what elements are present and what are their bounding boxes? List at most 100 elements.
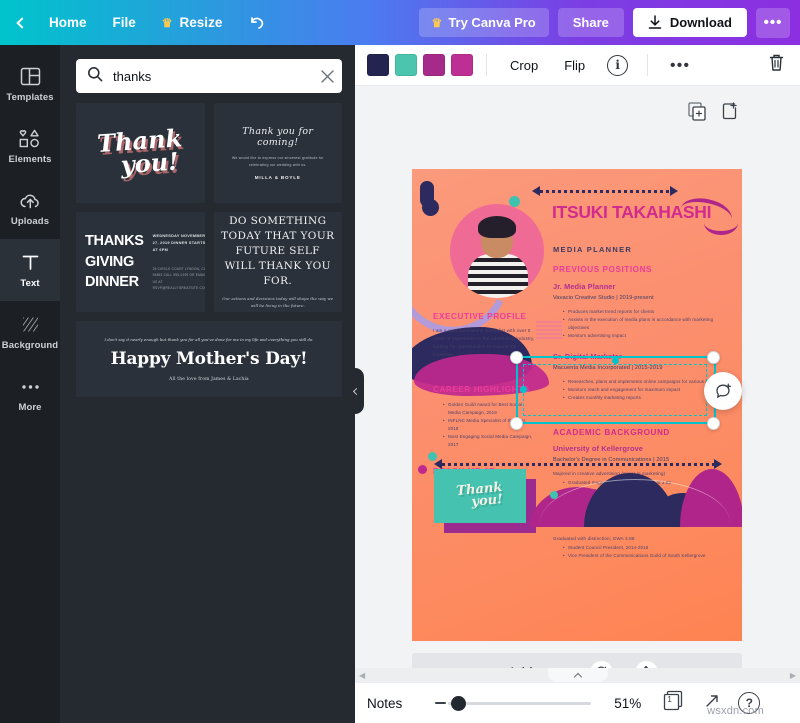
job-1-company[interactable]: Vavacio Creative Studio | 2019-present [553,295,654,301]
sidebar-item-label: Templates [6,91,54,103]
canva-editor-window: Home File ♛ Resize ♛ Try Canva Pro Share… [0,0,800,723]
sidebar-item-uploads[interactable]: Uploads [0,177,60,239]
minus-icon[interactable] [435,702,447,704]
sidebar-item-elements[interactable]: Elements [0,115,60,177]
thank-you-card-text: Thank you! [456,480,504,511]
results-row: Thank you! Thank you for coming! We woul… [76,103,342,203]
dotted-fill [540,189,670,193]
page-tools [688,102,740,126]
thank-you-card[interactable]: Thank you! [434,469,526,523]
swatch-pink[interactable] [451,54,473,76]
sidebar-item-text[interactable]: Text [0,239,60,301]
sidebar-item-more[interactable]: More [0,363,60,425]
zoom-track[interactable] [448,695,592,711]
ellipsis-icon [20,376,41,398]
pages-icon[interactable]: 1 [663,690,684,716]
try-canva-pro-button[interactable]: ♛ Try Canva Pro [418,8,549,37]
resume-role[interactable]: MEDIA PLANNER [553,245,632,254]
search-input[interactable] [103,68,312,84]
zoom-percentage[interactable]: 51% [614,696,641,711]
comment-add-icon [715,383,731,398]
job-1-bullets[interactable]: Produces market trend reports for client… [556,308,734,340]
resize-handle-top-right[interactable] [707,351,720,364]
chevron-left-icon [16,16,28,29]
search-box[interactable] [76,59,342,93]
add-page-icon[interactable] [721,102,740,126]
text-template-thank-you-script[interactable]: Thank you! [76,103,205,203]
school-1-name[interactable]: University of Kellergrove [553,444,643,453]
add-comment-button[interactable] [704,372,742,410]
editor-area: Crop Flip i ••• ITSUKI TAKAHASHI MEDIA P… [355,45,800,723]
sidebar-item-templates[interactable]: Templates [0,53,60,115]
wedding-names: MILLA & BOYLE [254,175,301,181]
toolbar-divider [647,54,649,76]
school-2-note[interactable]: Graduated with distinction; GWA 3.88 [553,535,733,543]
resize-button[interactable]: ♛ Resize [149,8,236,37]
sidebar-item-background[interactable]: Background [0,301,60,363]
canvas-area[interactable]: ITSUKI TAKAHASHI MEDIA PLANNER PREVIOUS … [355,86,800,691]
text-template-future-self-quote[interactable]: DO SOMETHING TODAY THAT YOUR FUTURE SELF… [213,212,343,312]
text-template-happy-mothers-day[interactable]: I don't say it nearly enough but thank y… [76,321,342,397]
file-menu-button[interactable]: File [100,8,149,37]
text-templates-panel: Thank you! Thank you for coming! We woul… [60,45,355,723]
triangle-left-icon [532,186,540,196]
flip-button[interactable]: Flip [554,52,595,79]
list-item: Most Engaging Social Media Campaign, 201… [443,433,536,449]
selection-guide-left [516,356,518,424]
thanksgiving-details: WEDNESDAY NOVEMBER 27, 2019 DINNER START… [153,233,205,290]
resize-handle-bottom-right[interactable] [707,417,720,430]
triangle-left-icon[interactable]: ◀ [359,671,365,680]
toolbar-more-button[interactable]: ••• [661,53,699,78]
mothers-day-top: I don't say it nearly enough but thank y… [104,336,314,342]
resize-label: Resize [179,15,223,30]
top-more-button[interactable]: ••• [756,7,790,38]
collapse-panel-handle[interactable] [347,368,364,414]
selection-mid-handle-top[interactable] [612,357,619,364]
template-preview-text: DO SOMETHING TODAY THAT YOUR FUTURE SELF… [214,214,343,310]
section-academic-background[interactable]: ACADEMIC BACKGROUND [553,428,670,437]
notes-button[interactable]: Notes [367,696,402,711]
mothers-day-signoff: All the love from James & Lachia [169,377,249,383]
zoom-slider[interactable] [435,695,592,711]
text-template-thanksgiving-dinner[interactable]: THANKS GIVING DINNER WEDNESDAY NOVEMBER … [76,212,205,312]
info-circle-icon[interactable]: i [607,54,629,76]
swatch-navy[interactable] [367,54,389,76]
text-template-thank-you-for-coming[interactable]: Thank you for coming! We would like to e… [213,103,342,203]
list-item: Monitors advertising impact [563,332,734,340]
photo-body [468,254,528,298]
sidebar-item-label: More [18,401,42,413]
selection-mid-handle-left[interactable] [520,386,527,393]
delete-element-button[interactable] [765,49,788,81]
triangle-right-icon[interactable]: ▶ [790,671,796,680]
download-button[interactable]: Download [632,8,747,37]
resize-handle-top-left[interactable] [510,351,523,364]
template-preview-text: I don't say it nearly enough but thank y… [76,336,342,382]
share-button[interactable]: Share [557,8,624,37]
swatch-magenta[interactable] [423,54,445,76]
photo-hair [478,216,516,238]
thanksgiving-detail-2: 25 CIRCLE COURT LYNDON, CA 94863 CALL 55… [152,267,205,290]
horizontal-scrollbar[interactable]: ◀ ▶ [355,668,800,682]
home-button[interactable]: Home [36,8,100,37]
crop-button[interactable]: Crop [500,52,548,79]
swatch-teal[interactable] [395,54,417,76]
back-button[interactable] [12,12,36,34]
job-1-title[interactable]: Jr. Media Planner [553,282,616,291]
selection-box[interactable] [523,364,707,416]
undo-button[interactable] [235,8,280,38]
collapse-bottom-panel-button[interactable] [547,668,608,682]
zoom-knob[interactable] [451,695,467,711]
resume-name[interactable]: ITSUKI TAKAHASHI [552,203,734,222]
resize-handle-bottom-left[interactable] [510,417,523,430]
crown-icon: ♛ [431,15,443,30]
clear-search-button[interactable] [312,61,342,91]
ellipsis-icon: ••• [670,56,691,74]
wedding-body: We would like to express our sincerest g… [231,155,324,167]
footer-wave-graphic[interactable] [530,465,742,527]
section-previous-positions[interactable]: PREVIOUS POSITIONS [553,265,652,274]
section-executive-profile[interactable]: EXECUTIVE PROFILE [433,312,527,321]
context-toolbar: Crop Flip i ••• [355,45,800,86]
duplicate-page-icon[interactable] [688,102,707,126]
profile-photo[interactable] [450,204,544,298]
school-2-bullets[interactable]: Student Council President, 2014-2015 Vic… [556,544,734,560]
